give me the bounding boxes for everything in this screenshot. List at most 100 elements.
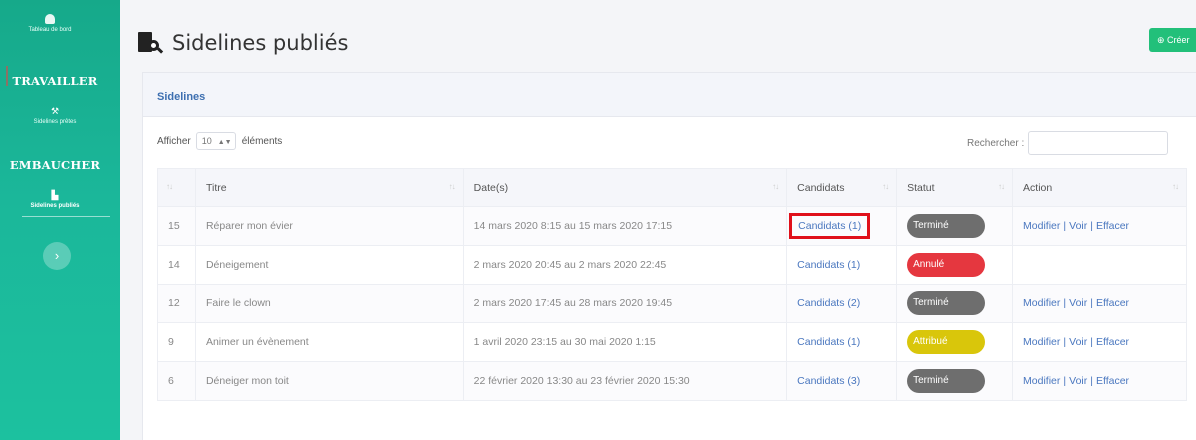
sidebar-item-ready-sidelines[interactable]: ⚒ Sidelines prêtes xyxy=(0,106,110,125)
candidates-link[interactable]: Candidats (1) xyxy=(797,336,860,348)
status-badge: Annulé xyxy=(907,252,986,277)
action-link-voir[interactable]: Voir xyxy=(1069,375,1087,387)
cell-title: Faire le clown xyxy=(194,283,464,324)
chevron-updown-icon: ▲▼ xyxy=(217,139,232,146)
show-prefix-label: Afficher xyxy=(157,135,191,147)
cell-title: Réparer mon évier xyxy=(194,206,464,246)
action-link-modifier[interactable]: Modifier xyxy=(1023,220,1060,232)
action-link-modifier[interactable]: Modifier xyxy=(1023,297,1060,309)
status-badge: Attribué xyxy=(907,330,986,355)
cell-actions: Modifier | Voir | Effacer xyxy=(1012,322,1187,363)
sidebar-section-work: TRAVAILLER xyxy=(12,74,98,88)
search-input[interactable] xyxy=(1028,131,1169,155)
table-row: 6 Déneiger mon toit 22 février 2020 13:30 … xyxy=(157,361,1187,401)
action-link-modifier[interactable]: Modifier xyxy=(1023,375,1060,387)
document-search-icon xyxy=(138,32,164,54)
sidelines-card: Sidelines Afficher 10 ▲▼ éléments Recherc… xyxy=(142,72,1196,440)
table-header-row: ↑↓ Titre ↑↓ Date(s) ↑↓ Candidats ↑↓ Statut ↑… xyxy=(157,168,1187,207)
search-control: Rechercher : xyxy=(967,131,1169,155)
cell-title: Déneigement xyxy=(194,244,464,285)
cell-candidates: Candidats (3) xyxy=(786,361,898,401)
sort-icon: ↑↓ xyxy=(166,182,173,191)
column-header-title[interactable]: Titre ↑↓ xyxy=(194,168,464,207)
action-link-voir[interactable]: Voir xyxy=(1069,220,1087,232)
briefcase-icon: ⚒ xyxy=(50,106,60,116)
candidates-link[interactable]: Candidats (1) xyxy=(797,259,860,271)
action-separator: | xyxy=(1090,219,1093,232)
sort-icon: ↑↓ xyxy=(1172,182,1179,191)
page-title: Sidelines publiés xyxy=(172,31,349,55)
action-separator: | xyxy=(1090,297,1093,310)
table-row: 9 Animer un évènement 1 avril 2020 23:15 a… xyxy=(157,322,1187,363)
cell-dates: 14 mars 2020 8:15 au 15 mars 2020 17:15 xyxy=(462,206,788,246)
action-link-effacer[interactable]: Effacer xyxy=(1096,220,1129,232)
cell-candidates: Candidats (1) xyxy=(786,206,898,246)
cell-dates: 1 avril 2020 23:15 au 30 mai 2020 1:15 xyxy=(462,322,788,363)
action-link-effacer[interactable]: Effacer xyxy=(1096,375,1129,387)
cell-candidates: Candidats (2) xyxy=(786,283,898,324)
action-separator: | xyxy=(1063,336,1067,349)
action-link-voir[interactable]: Voir xyxy=(1069,297,1087,309)
active-item-underline xyxy=(22,216,110,217)
action-separator: | xyxy=(1063,375,1067,388)
cell-id: 15 xyxy=(157,206,196,246)
cell-status: Terminé xyxy=(896,361,1014,401)
cell-id: 9 xyxy=(157,322,196,363)
cell-title: Animer un évènement xyxy=(194,322,464,363)
card-header: Sidelines xyxy=(143,73,1196,117)
search-label: Rechercher : xyxy=(967,137,1025,149)
status-badge: Terminé xyxy=(907,213,986,238)
page-length-control: Afficher 10 ▲▼ éléments xyxy=(157,132,282,150)
sort-icon: ↑↓ xyxy=(998,182,1005,191)
create-button[interactable]: ⊕ Créer xyxy=(1149,28,1196,52)
candidates-link[interactable]: Candidats (3) xyxy=(797,375,860,387)
action-separator: | xyxy=(1090,375,1093,388)
cell-dates: 2 mars 2020 17:45 au 28 mars 2020 19:45 xyxy=(462,283,788,324)
sort-icon: ↑↓ xyxy=(448,182,456,191)
sidebar: Tableau de bord TRAVAILLER ⚒ Sidelines p… xyxy=(0,0,120,440)
column-header-id[interactable]: ↑↓ xyxy=(157,168,196,207)
cell-status: Terminé xyxy=(896,283,1014,324)
action-link-effacer[interactable]: Effacer xyxy=(1096,297,1129,309)
action-separator: | xyxy=(1090,336,1093,349)
column-header-candidates[interactable]: Candidats ↑↓ xyxy=(786,168,898,207)
cell-actions xyxy=(1012,244,1187,285)
sidebar-section-hire: EMBAUCHER xyxy=(9,158,101,172)
cell-candidates: Candidats (1) xyxy=(786,322,898,363)
sidebar-item-dashboard[interactable]: Tableau de bord xyxy=(0,14,100,33)
candidates-link[interactable]: Candidats (1) xyxy=(789,212,871,239)
cell-title: Déneiger mon toit xyxy=(194,361,464,401)
sidebar-item-label: Sidelines publiés xyxy=(30,203,80,209)
action-link-modifier[interactable]: Modifier xyxy=(1023,336,1060,348)
action-link-effacer[interactable]: Effacer xyxy=(1096,336,1129,348)
status-badge: Terminé xyxy=(907,291,986,316)
column-header-status[interactable]: Statut ↑↓ xyxy=(896,168,1014,207)
table-row: 14 Déneigement 2 mars 2020 20:45 au 2 mars… xyxy=(157,244,1187,285)
cell-actions: Modifier | Voir | Effacer xyxy=(1012,206,1187,246)
cell-candidates: Candidats (1) xyxy=(786,244,898,285)
status-badge: Terminé xyxy=(907,369,986,394)
cell-dates: 22 février 2020 13:30 au 23 février 2020… xyxy=(462,361,788,401)
page-size-select[interactable]: 10 ▲▼ xyxy=(195,132,236,150)
action-link-voir[interactable]: Voir xyxy=(1069,336,1087,348)
sidebar-item-published-sidelines[interactable]: ▙ Sidelines publiés xyxy=(0,190,110,209)
cell-dates: 2 mars 2020 20:45 au 2 mars 2020 22:45 xyxy=(462,244,788,285)
document-search-icon: ▙ xyxy=(51,190,59,200)
page-size-value: 10 xyxy=(201,136,212,146)
sidebar-toggle-button[interactable]: › xyxy=(43,242,71,270)
column-header-dates[interactable]: Date(s) ↑↓ xyxy=(462,168,788,207)
table-row: 12 Faire le clown 2 mars 2020 17:45 au 28 … xyxy=(157,283,1187,324)
sidebar-item-label: Sidelines prêtes xyxy=(33,119,77,125)
table-row: 15 Réparer mon évier 14 mars 2020 8:15 au … xyxy=(157,206,1187,246)
sidelines-table: ↑↓ Titre ↑↓ Date(s) ↑↓ Candidats ↑↓ Statut ↑… xyxy=(157,168,1187,401)
column-header-action[interactable]: Action ↑↓ xyxy=(1012,168,1187,207)
page-header: Sidelines publiés xyxy=(138,28,348,58)
action-separator: | xyxy=(1063,219,1067,232)
table-body: 15 Réparer mon évier 14 mars 2020 8:15 au … xyxy=(157,206,1187,401)
cell-actions: Modifier | Voir | Effacer xyxy=(1012,283,1187,324)
card-title: Sidelines xyxy=(157,91,206,103)
sort-icon: ↑↓ xyxy=(772,182,779,191)
candidates-link[interactable]: Candidats (2) xyxy=(797,297,860,309)
dashboard-icon xyxy=(45,14,55,24)
cell-actions: Modifier | Voir | Effacer xyxy=(1012,361,1187,401)
